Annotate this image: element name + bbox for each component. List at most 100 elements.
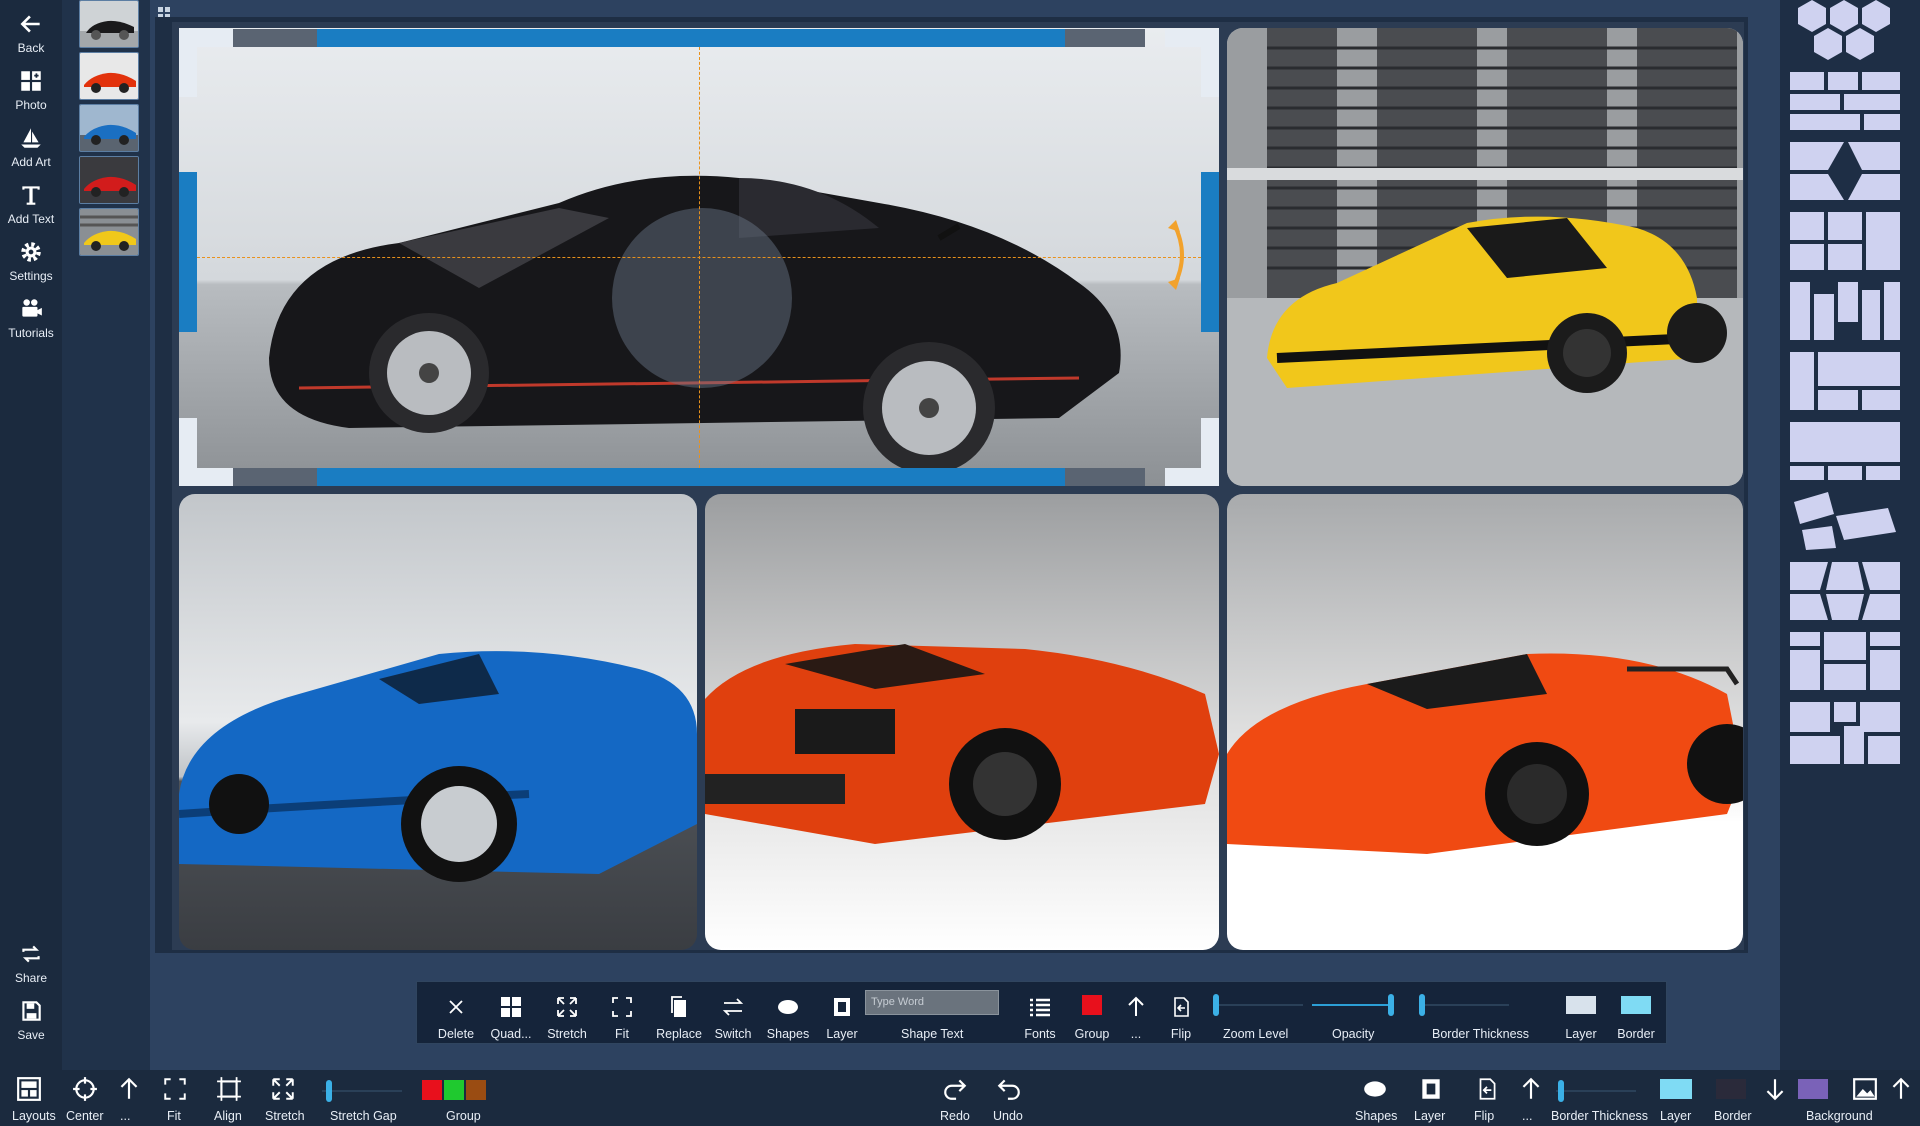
thumbnail-blue-ferrari[interactable] bbox=[79, 104, 139, 152]
replace-button[interactable]: Replace bbox=[651, 982, 707, 1045]
layer-color-button[interactable]: Layer bbox=[1561, 982, 1601, 1045]
layouts-button[interactable]: Layouts bbox=[6, 1070, 56, 1126]
tutorials-button[interactable]: Tutorials bbox=[0, 285, 62, 342]
border-color-label: Border bbox=[1617, 1027, 1655, 1041]
stretch-gap-knob[interactable] bbox=[326, 1080, 332, 1102]
orange-lamborghini-roadster-photo bbox=[1227, 494, 1743, 950]
border-color-button-bottom[interactable]: Border bbox=[1710, 1070, 1754, 1126]
group-color-brown[interactable] bbox=[466, 1080, 486, 1100]
move-up-button[interactable] bbox=[1888, 1070, 1916, 1126]
zoom-slider-knob[interactable] bbox=[1213, 994, 1219, 1016]
close-x-icon bbox=[449, 1000, 463, 1014]
layout-option-11[interactable] bbox=[1788, 700, 1902, 766]
more-options-button[interactable]: ... bbox=[1121, 982, 1151, 1045]
group-color-button[interactable]: Group bbox=[1067, 982, 1117, 1045]
layout-option-10[interactable] bbox=[1788, 630, 1902, 692]
collage-cell-3[interactable] bbox=[179, 494, 697, 950]
undo-button[interactable]: Undo bbox=[990, 1070, 1030, 1126]
layout-option-8[interactable] bbox=[1788, 490, 1902, 552]
more-label-bottom: ... bbox=[120, 1109, 131, 1123]
layout-option-5[interactable] bbox=[1788, 280, 1902, 342]
layer-label: Layer bbox=[826, 1027, 858, 1041]
flip-button-bottom[interactable]: Flip bbox=[1466, 1070, 1506, 1126]
delete-button[interactable]: Delete bbox=[431, 982, 481, 1045]
share-button[interactable]: Share bbox=[0, 930, 62, 987]
photo-thumbnail-strip bbox=[62, 0, 150, 1070]
border-thickness-slider-bottom[interactable] bbox=[1556, 1078, 1636, 1104]
layer-button-bottom[interactable]: Layer bbox=[1410, 1070, 1450, 1126]
center-button[interactable]: Center bbox=[62, 1070, 110, 1126]
more-options-button-bottom-right[interactable]: ... bbox=[1516, 1070, 1546, 1126]
corner-handle-bl-v[interactable] bbox=[179, 418, 197, 486]
stretch-gap-slider[interactable] bbox=[322, 1078, 402, 1104]
layout-option-6[interactable] bbox=[1788, 350, 1902, 412]
share-label: Share bbox=[14, 971, 48, 985]
stretch-button-bottom[interactable]: Stretch bbox=[262, 1070, 308, 1126]
rotate-handle-icon[interactable] bbox=[1168, 218, 1194, 292]
border-color-button[interactable]: Border bbox=[1613, 982, 1659, 1045]
shapes-button-bottom[interactable]: Shapes bbox=[1352, 1070, 1398, 1126]
layout-option-2[interactable] bbox=[1788, 70, 1902, 132]
collage-cell-5[interactable] bbox=[1227, 494, 1743, 950]
selection-edge-right[interactable] bbox=[1201, 172, 1219, 332]
photo-button[interactable]: Photo bbox=[0, 57, 62, 114]
shape-text-input[interactable]: Type Word bbox=[865, 990, 999, 1015]
shapes-button[interactable]: Shapes bbox=[761, 982, 815, 1045]
opacity-slider-knob[interactable] bbox=[1388, 994, 1394, 1016]
fit-button[interactable]: Fit bbox=[597, 982, 647, 1045]
layout-option-hexagons[interactable] bbox=[1788, 0, 1902, 60]
settings-button[interactable]: Settings bbox=[0, 228, 62, 285]
layout-option-7[interactable] bbox=[1788, 420, 1902, 482]
selection-edge-left[interactable] bbox=[179, 172, 197, 332]
selection-edge-bottom[interactable] bbox=[317, 468, 1065, 486]
add-art-button[interactable]: Add Art bbox=[0, 114, 62, 171]
switch-button[interactable]: Switch bbox=[707, 982, 759, 1045]
group-color-red[interactable] bbox=[422, 1080, 442, 1100]
corner-handle-tr-v[interactable] bbox=[1201, 29, 1219, 97]
stretch-button[interactable]: Stretch bbox=[539, 982, 595, 1045]
layer-color-button-bottom[interactable]: Layer bbox=[1656, 1070, 1696, 1126]
zoom-level-slider[interactable] bbox=[1213, 992, 1303, 1018]
corner-handle-br-v[interactable] bbox=[1201, 418, 1219, 486]
redo-button[interactable]: Redo bbox=[936, 1070, 976, 1126]
move-down-button[interactable] bbox=[1760, 1070, 1790, 1126]
collage-cell-4[interactable] bbox=[705, 494, 1219, 950]
save-button[interactable]: Save bbox=[0, 987, 62, 1044]
opacity-label: Opacity bbox=[1332, 1027, 1375, 1041]
fonts-button[interactable]: Fonts bbox=[1015, 982, 1065, 1045]
border-thickness-knob-bottom[interactable] bbox=[1558, 1080, 1564, 1102]
collage-cell-2[interactable] bbox=[1227, 28, 1743, 486]
border-thickness-slider[interactable] bbox=[1419, 992, 1509, 1018]
thumbnail-yellow-lamborghini[interactable] bbox=[79, 208, 139, 256]
opacity-slider[interactable] bbox=[1312, 992, 1402, 1018]
more-options-button-bottom[interactable]: ... bbox=[114, 1070, 144, 1126]
list-icon bbox=[1030, 998, 1050, 1017]
layer-color-swatch bbox=[1566, 996, 1596, 1014]
layout-option-4[interactable] bbox=[1788, 210, 1902, 272]
bottom-toolbar: Layouts Center ... Fit Align Stretch Str… bbox=[0, 1070, 1920, 1126]
arrow-up-icon bbox=[1892, 1077, 1910, 1099]
flip-button[interactable]: Flip bbox=[1161, 982, 1201, 1045]
background-color-swatch[interactable] bbox=[1798, 1079, 1828, 1099]
layout-option-9[interactable] bbox=[1788, 560, 1902, 622]
align-button[interactable]: Align bbox=[210, 1070, 250, 1126]
back-button[interactable]: Back bbox=[0, 0, 62, 57]
stretch-arrows-icon bbox=[272, 1078, 294, 1100]
redo-icon bbox=[944, 1079, 967, 1100]
add-text-button[interactable]: Add Text bbox=[0, 171, 62, 228]
thumbnail-black-ferrari[interactable] bbox=[79, 0, 139, 48]
thumbnail-red-ferrari[interactable] bbox=[79, 156, 139, 204]
fit-button-bottom[interactable]: Fit bbox=[158, 1070, 198, 1126]
corner-handle-tl-v[interactable] bbox=[179, 29, 197, 97]
thumbnail-red-lamborghini[interactable] bbox=[79, 52, 139, 100]
quad-button[interactable]: Quad... bbox=[483, 982, 539, 1045]
text-t-icon bbox=[22, 186, 40, 205]
selection-edge-top[interactable] bbox=[317, 29, 1065, 47]
layer-button[interactable]: Layer bbox=[817, 982, 867, 1045]
group-color-green[interactable] bbox=[444, 1080, 464, 1100]
flip-label-bottom: Flip bbox=[1474, 1109, 1495, 1123]
switch-arrows-icon bbox=[722, 998, 744, 1016]
layout-option-3[interactable] bbox=[1788, 140, 1902, 202]
border-color-swatch bbox=[1621, 996, 1651, 1014]
border-thickness-knob[interactable] bbox=[1419, 994, 1425, 1016]
